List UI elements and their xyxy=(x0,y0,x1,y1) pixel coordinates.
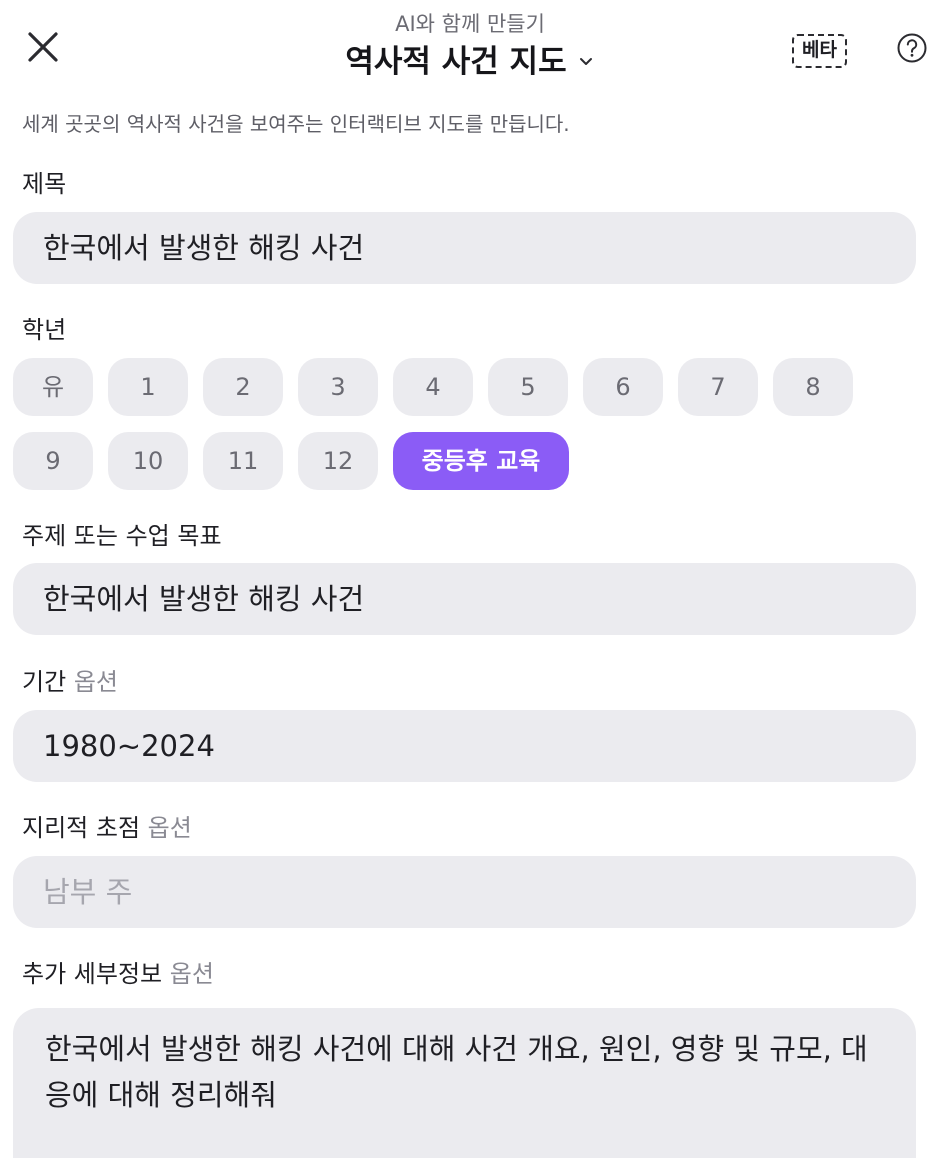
period-label-text: 기간 xyxy=(22,668,67,696)
topic-label: 주제 또는 수업 목표 xyxy=(22,522,222,550)
geo-label: 지리적 초점 옵션 xyxy=(22,812,192,844)
grade-chip-1[interactable]: 1 xyxy=(108,358,188,416)
geo-input[interactable]: 남부 주 xyxy=(13,856,916,928)
grade-chip-3[interactable]: 3 xyxy=(298,358,378,416)
grade-chip-post-secondary[interactable]: 중등후 교육 xyxy=(393,432,569,490)
beta-badge: 베타 xyxy=(792,34,847,68)
grade-chip-12[interactable]: 12 xyxy=(298,432,378,490)
grade-chip-8[interactable]: 8 xyxy=(773,358,853,416)
grade-chip-9[interactable]: 9 xyxy=(13,432,93,490)
grade-chip-6[interactable]: 6 xyxy=(583,358,663,416)
tool-description: 세계 곳곳의 역사적 사건을 보여주는 인터랙티브 지도를 만듭니다. xyxy=(22,112,570,136)
chevron-down-icon xyxy=(579,58,592,65)
geo-label-text: 지리적 초점 xyxy=(22,814,141,842)
period-label: 기간 옵션 xyxy=(22,666,118,698)
grade-chip-7[interactable]: 7 xyxy=(678,358,758,416)
details-textarea[interactable]: 한국에서 발생한 해킹 사건에 대해 사건 개요, 원인, 영향 및 규모, 대… xyxy=(13,1008,916,1158)
tool-selector[interactable]: 역사적 사건 지도 xyxy=(345,42,594,82)
grade-chip-5[interactable]: 5 xyxy=(488,358,568,416)
generator-page: AI와 함께 만들기 역사적 사건 지도 베타 세계 곳곳의 역사적 사건을 보… xyxy=(0,0,940,1158)
details-optional-tag: 옵션 xyxy=(169,960,214,988)
grade-chip-pre-k[interactable]: 유 xyxy=(13,358,93,416)
grade-chip-4[interactable]: 4 xyxy=(393,358,473,416)
title-label: 제목 xyxy=(22,170,67,198)
grade-chip-10[interactable]: 10 xyxy=(108,432,188,490)
period-input[interactable]: 1980~2024 xyxy=(13,710,916,782)
period-optional-tag: 옵션 xyxy=(73,668,118,696)
help-circle-icon[interactable] xyxy=(896,32,928,64)
grade-label: 학년 xyxy=(22,316,67,344)
grade-chip-2[interactable]: 2 xyxy=(203,358,283,416)
topic-input[interactable]: 한국에서 발생한 해킹 사건 xyxy=(13,563,916,635)
details-label-text: 추가 세부정보 xyxy=(22,960,163,988)
grade-chip-11[interactable]: 11 xyxy=(203,432,283,490)
geo-optional-tag: 옵션 xyxy=(147,814,192,842)
page-title: 역사적 사건 지도 xyxy=(345,44,567,80)
details-label: 추가 세부정보 옵션 xyxy=(22,958,214,990)
title-input[interactable]: 한국에서 발생한 해킹 사건 xyxy=(13,212,916,284)
